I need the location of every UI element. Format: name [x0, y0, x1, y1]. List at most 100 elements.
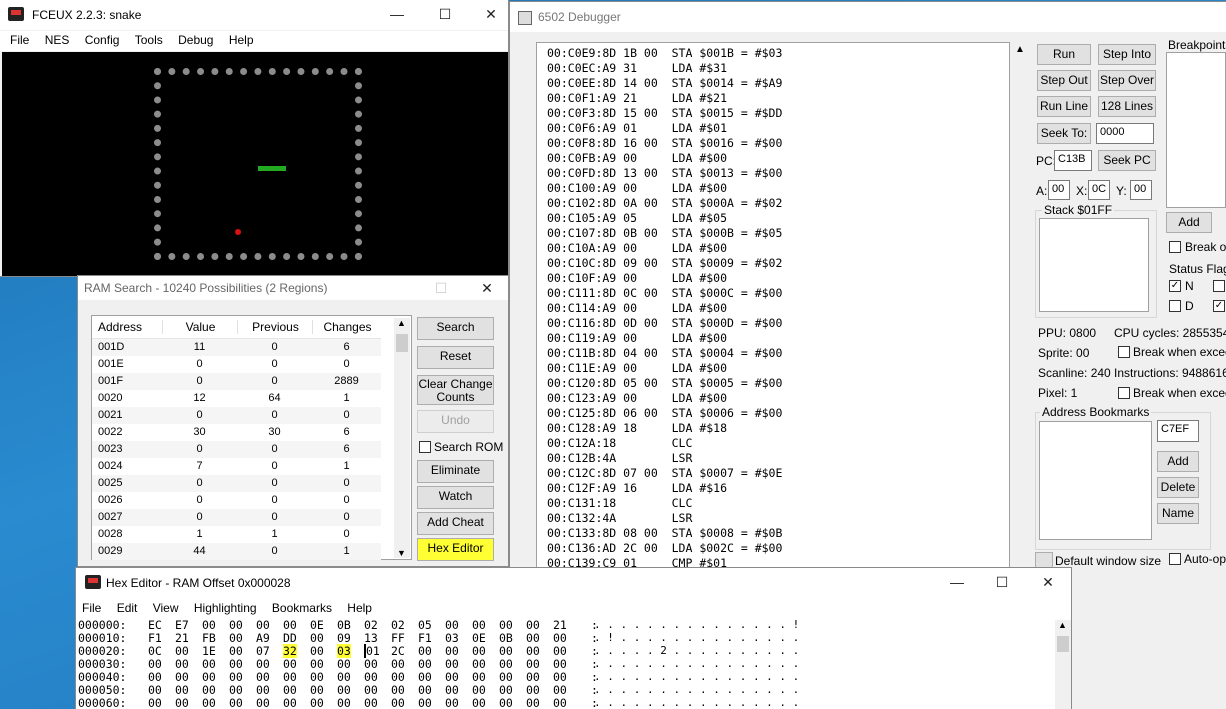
hex-ascii[interactable]: . . . . . 2 . . . . . . . . . . — [594, 644, 799, 657]
hex-byte[interactable]: 2C — [391, 644, 405, 658]
hex-byte[interactable]: 00 — [418, 683, 432, 697]
name-bookmark-button[interactable]: Name — [1157, 503, 1199, 524]
hex-byte[interactable]: 00 — [418, 657, 432, 671]
ram-table-row[interactable]: 0026 0 0 0 — [92, 492, 381, 509]
hex-byte[interactable]: 00 — [418, 644, 432, 658]
hex-byte[interactable]: 00 — [445, 618, 459, 632]
hex-scroll-up-icon[interactable]: ▲ — [1058, 620, 1067, 630]
hex-close-icon[interactable]: ✕ — [1037, 572, 1059, 592]
disasm-line[interactable]: 00:C12B:4A LSR — [547, 451, 1009, 466]
hex-byte[interactable]: 00 — [364, 657, 378, 671]
hex-byte[interactable]: 00 — [553, 644, 567, 658]
hex-byte[interactable]: 00 — [472, 618, 486, 632]
hex-byte[interactable]: 00 — [445, 657, 459, 671]
hex-byte[interactable]: 00 — [283, 683, 297, 697]
hex-byte[interactable]: 00 — [202, 618, 216, 632]
hex-byte[interactable]: 00 — [364, 683, 378, 697]
hex-byte[interactable]: 00 — [310, 670, 324, 684]
disasm-line[interactable]: 00:C102:8D 0A 00 STA $000A = #$02 — [547, 196, 1009, 211]
break-cycles-checkbox[interactable] — [1118, 346, 1130, 358]
hex-byte[interactable]: 00 — [553, 696, 567, 709]
hex-byte[interactable]: 32 — [283, 644, 297, 658]
disasm-line[interactable]: 00:C0F6:A9 01 LDA #$01 — [547, 121, 1009, 136]
hex-byte[interactable]: 00 — [202, 696, 216, 709]
hex-byte[interactable]: 1E — [202, 644, 216, 658]
disasm-line[interactable]: 00:C120:8D 05 00 STA $0005 = #$00 — [547, 376, 1009, 391]
hex-byte[interactable]: 00 — [148, 670, 162, 684]
disasm-line[interactable]: 00:C100:A9 00 LDA #$00 — [547, 181, 1009, 196]
break-on-checkbox[interactable] — [1169, 241, 1181, 253]
ram-scroll-up-icon[interactable]: ▲ — [397, 318, 406, 328]
hex-byte[interactable]: EC — [148, 618, 162, 632]
hex-byte[interactable]: 03 — [337, 644, 351, 658]
ram-column-header[interactable]: Previous — [237, 320, 313, 334]
hex-ascii[interactable]: . . . . . . . . . . . . . . . . — [594, 657, 799, 670]
hex-byte[interactable]: 00 — [310, 631, 324, 645]
stack-view[interactable] — [1039, 218, 1149, 312]
disasm-line[interactable]: 00:C12A:18 CLC — [547, 436, 1009, 451]
ram-table-row[interactable]: 0027 0 0 0 — [92, 509, 381, 526]
hex-byte[interactable]: 0E — [472, 631, 486, 645]
disasm-line[interactable]: 00:C132:4A LSR — [547, 511, 1009, 526]
hex-byte[interactable]: 00 — [472, 657, 486, 671]
hex-byte[interactable]: DD — [283, 631, 297, 645]
disasm-line[interactable]: 00:C0FD:8D 13 00 STA $0013 = #$00 — [547, 166, 1009, 181]
bookmark-address-field[interactable]: C7EF — [1157, 420, 1199, 442]
fceux-titlebar[interactable]: FCEUX 2.2.3: snake — ☐ ✕ — [0, 0, 508, 30]
scroll-up-icon[interactable]: ▲ — [1015, 44, 1025, 55]
menu-nes[interactable]: NES — [39, 31, 76, 49]
hex-byte[interactable]: 00 — [499, 696, 513, 709]
hex-byte[interactable]: 00 — [499, 657, 513, 671]
hex-byte[interactable]: 00 — [526, 657, 540, 671]
disasm-scrollbar[interactable]: ▲ — [1012, 42, 1028, 570]
hex-byte[interactable]: 00 — [175, 670, 189, 684]
hex-byte[interactable]: 00 — [310, 657, 324, 671]
disasm-line[interactable]: 00:C11E:A9 00 LDA #$00 — [547, 361, 1009, 376]
hex-byte[interactable]: 00 — [499, 644, 513, 658]
hex-byte[interactable]: 00 — [526, 696, 540, 709]
hex-byte[interactable]: 00 — [445, 644, 459, 658]
hex-byte[interactable]: FF — [391, 631, 405, 645]
hex-byte[interactable]: 00 — [229, 618, 243, 632]
ram-table-row[interactable]: 0021 0 0 0 — [92, 407, 381, 424]
disasm-line[interactable]: 00:C0EE:8D 14 00 STA $0014 = #$A9 — [547, 76, 1009, 91]
disasm-line[interactable]: 00:C136:AD 2C 00 LDA $002C = #$00 — [547, 541, 1009, 556]
hex-titlebar[interactable]: Hex Editor - RAM Offset 0x000028 — ☐ ✕ — [76, 568, 1071, 598]
disasm-line[interactable]: 00:C133:8D 08 00 STA $0008 = #$0B — [547, 526, 1009, 541]
hex-byte[interactable]: 13 — [364, 631, 378, 645]
add-bookmark-button[interactable]: Add — [1157, 451, 1199, 472]
hex-byte[interactable]: 07 — [256, 644, 270, 658]
hex-ascii[interactable]: . . . . . . . . . . . . . . . . — [594, 696, 799, 709]
pc-field[interactable]: C13B — [1054, 150, 1092, 171]
hex-byte[interactable]: 00 — [256, 618, 270, 632]
hex-byte[interactable]: 00 — [553, 670, 567, 684]
disasm-line[interactable]: 00:C10A:A9 00 LDA #$00 — [547, 241, 1009, 256]
hex-byte[interactable]: 00 — [202, 683, 216, 697]
close-icon[interactable]: ✕ — [480, 4, 502, 24]
hex-scroll-thumb[interactable] — [1057, 636, 1069, 652]
disasm-line[interactable]: 00:C105:A9 05 LDA #$05 — [547, 211, 1009, 226]
hex-byte[interactable]: 00 — [337, 670, 351, 684]
hex-byte[interactable]: 00 — [175, 696, 189, 709]
breakpoints-list[interactable] — [1166, 52, 1226, 208]
hex-minimize-icon[interactable]: — — [946, 572, 968, 592]
hex-byte[interactable]: 00 — [175, 683, 189, 697]
hex-byte[interactable]: E7 — [175, 618, 189, 632]
run-line-button[interactable]: Run Line — [1037, 96, 1091, 117]
hex-view[interactable]: 000000: EC E7 00 00 00 00 0E 0B 02 02 05 00 00 00 00 21.… — [78, 618, 1056, 709]
disasm-line[interactable]: 00:C114:A9 00 LDA #$00 — [547, 301, 1009, 316]
debugger-titlebar[interactable]: 6502 Debugger — [510, 2, 1226, 32]
step-over-button[interactable]: Step Over — [1098, 70, 1156, 91]
hex-byte[interactable]: 00 — [364, 696, 378, 709]
hex-byte[interactable]: 00 — [229, 696, 243, 709]
hex-byte[interactable]: 00 — [526, 683, 540, 697]
disasm-line[interactable]: 00:C0F1:A9 21 LDA #$21 — [547, 91, 1009, 106]
ram-table-row[interactable]: 0020 12 64 1 — [92, 390, 381, 407]
hex-byte[interactable]: 09 — [337, 631, 351, 645]
hex-byte[interactable]: 0B — [499, 631, 513, 645]
ram-table-row[interactable]: 001F 0 0 2889 — [92, 373, 381, 390]
hex-byte[interactable]: 00 — [148, 683, 162, 697]
hex-maximize-icon[interactable]: ☐ — [991, 572, 1013, 592]
menu-file[interactable]: File — [0, 31, 35, 49]
disasm-line[interactable]: 00:C107:8D 0B 00 STA $000B = #$05 — [547, 226, 1009, 241]
